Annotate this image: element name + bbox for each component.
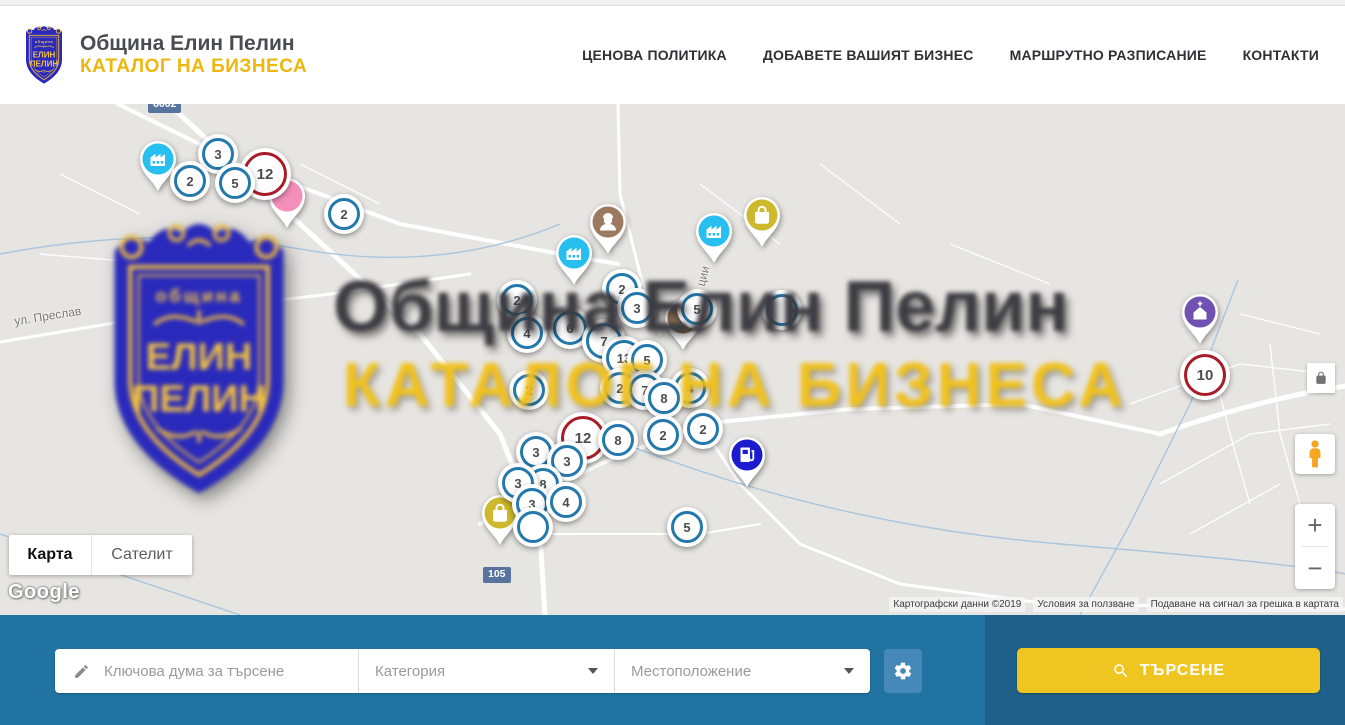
map-marker-cluster[interactable]: 2 [643,415,683,455]
map-marker-pin fuel-icon[interactable] [725,433,769,494]
search-icon [1112,662,1130,680]
main-nav: ЦЕНОВА ПОЛИТИКА ДОБАВЕТЕ ВАШИЯТ БИЗНЕС МАР… [582,47,1319,63]
zoom-out-button[interactable]: − [1295,547,1335,589]
search-bar-right: ТЪРСЕНЕ [985,615,1345,725]
map-marker-cluster[interactable]: 5 [667,507,707,547]
nav-item[interactable]: ЦЕНОВА ПОЛИТИКА [582,47,727,63]
map-marker-pin factory-icon[interactable] [692,209,736,270]
zoom-control: + − [1295,504,1335,589]
location-select[interactable]: Местоположение [614,649,870,693]
map-marker-cluster[interactable]: 5 [677,289,717,329]
map-marker-pin shopping-bag-icon[interactable] [740,193,784,254]
map-type-map-button[interactable]: Карта [9,535,91,575]
map-marker-cluster[interactable]: 4 [546,482,586,522]
map-marker-cluster[interactable] [762,290,802,330]
keyword-field[interactable] [55,649,358,693]
map-marker-cluster[interactable]: 3 [617,288,657,328]
nav-item[interactable]: КОНТАКТИ [1243,47,1319,63]
pencil-icon [73,663,90,680]
nav-item[interactable]: МАРШРУТНО РАЗПИСАНИЕ [1010,47,1207,63]
map-type-satellite-button[interactable]: Сателит [91,535,192,575]
map-marker-cluster[interactable]: 8 [644,378,684,418]
search-bar-left: Категория Местоположение [0,615,985,725]
map-marker-pin church-icon[interactable] [1178,290,1222,351]
map-marker-cluster[interactable]: 2 [683,409,723,449]
attribution-text: Картографски данни ©2019 [889,597,1025,612]
map-marker-cluster[interactable]: 10 [1180,350,1230,400]
search-button-label: ТЪРСЕНЕ [1140,662,1225,680]
site-subtitle: КАТАЛОГ НА БИЗНЕСА [80,56,307,78]
map-marker-cluster[interactable]: 5 [215,163,255,203]
street-view-pegman-button[interactable] [1295,434,1335,474]
chevron-down-icon [588,668,598,674]
location-select-value: Местоположение [631,663,751,680]
keyword-input[interactable] [102,662,358,681]
pegman-icon [1305,439,1325,469]
page: община ЕЛИН ПЕЛИН Община Елин Пелин КАТА… [0,0,1345,725]
lock-icon [1314,370,1328,386]
map-marker-cluster[interactable]: 2 [509,370,549,410]
search-submit-button[interactable]: ТЪРСЕНЕ [1017,648,1320,693]
site-logo[interactable]: Община Елин Пелин КАТАЛОГ НА БИЗНЕСА [20,24,307,86]
zoom-in-button[interactable]: + [1295,504,1335,546]
advanced-search-button[interactable] [884,649,922,693]
map[interactable]: 6002105ул. Преславбул. „Новоселции 12325… [0,104,1345,615]
lock-button[interactable] [1307,363,1335,393]
nav-item[interactable]: ДОБАВЕТЕ ВАШИЯТ БИЗНЕС [763,47,974,63]
header: Община Елин Пелин КАТАЛОГ НА БИЗНЕСА ЦЕН… [0,6,1345,104]
map-marker-cluster[interactable]: 8 [598,420,638,460]
map-marker-cluster[interactable]: 2 [324,194,364,234]
map-marker-cluster[interactable]: 2 [170,161,210,201]
map-marker-cluster[interactable] [513,507,553,547]
gear-icon [893,661,913,681]
map-markers-layer: 12325222356471352274812822338334510 [0,104,1345,615]
attribution-link[interactable]: Подаване на сигнал за грешка в картата [1147,597,1343,612]
map-attribution: Картографски данни ©2019 Условия за ползв… [889,597,1343,612]
map-marker-cluster[interactable]: 4 [507,313,547,353]
municipality-shield-icon [20,24,68,86]
search-fields: Категория Местоположение [55,649,870,693]
attribution-link[interactable]: Условия за ползване [1033,597,1138,612]
site-title: Община Елин Пелин [80,32,307,56]
chevron-down-icon [844,668,854,674]
google-logo[interactable]: Google [8,581,80,604]
map-type-control: Карта Сателит [9,535,192,575]
category-select-value: Категория [375,663,445,680]
category-select[interactable]: Категория [358,649,614,693]
search-bar: Категория Местоположение ТЪРСЕНЕ [0,615,1345,725]
map-marker-pin factory-icon[interactable] [552,231,596,292]
